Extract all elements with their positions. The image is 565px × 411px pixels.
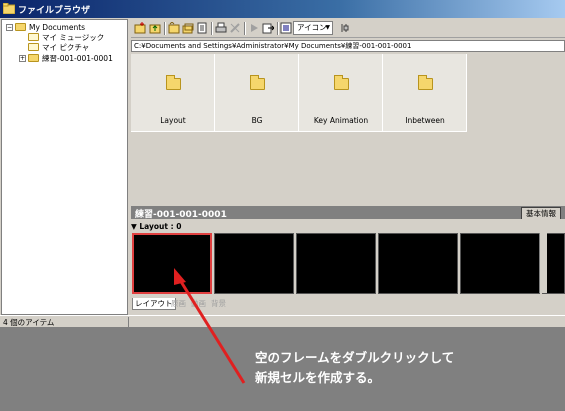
annotation-line: 空のフレームをダブルクリックして bbox=[255, 350, 455, 365]
annotation-line: 新規セルを作成する。 bbox=[255, 370, 381, 385]
annotation-text: 空のフレームをダブルクリックして 新規セルを作成する。 bbox=[255, 348, 454, 388]
